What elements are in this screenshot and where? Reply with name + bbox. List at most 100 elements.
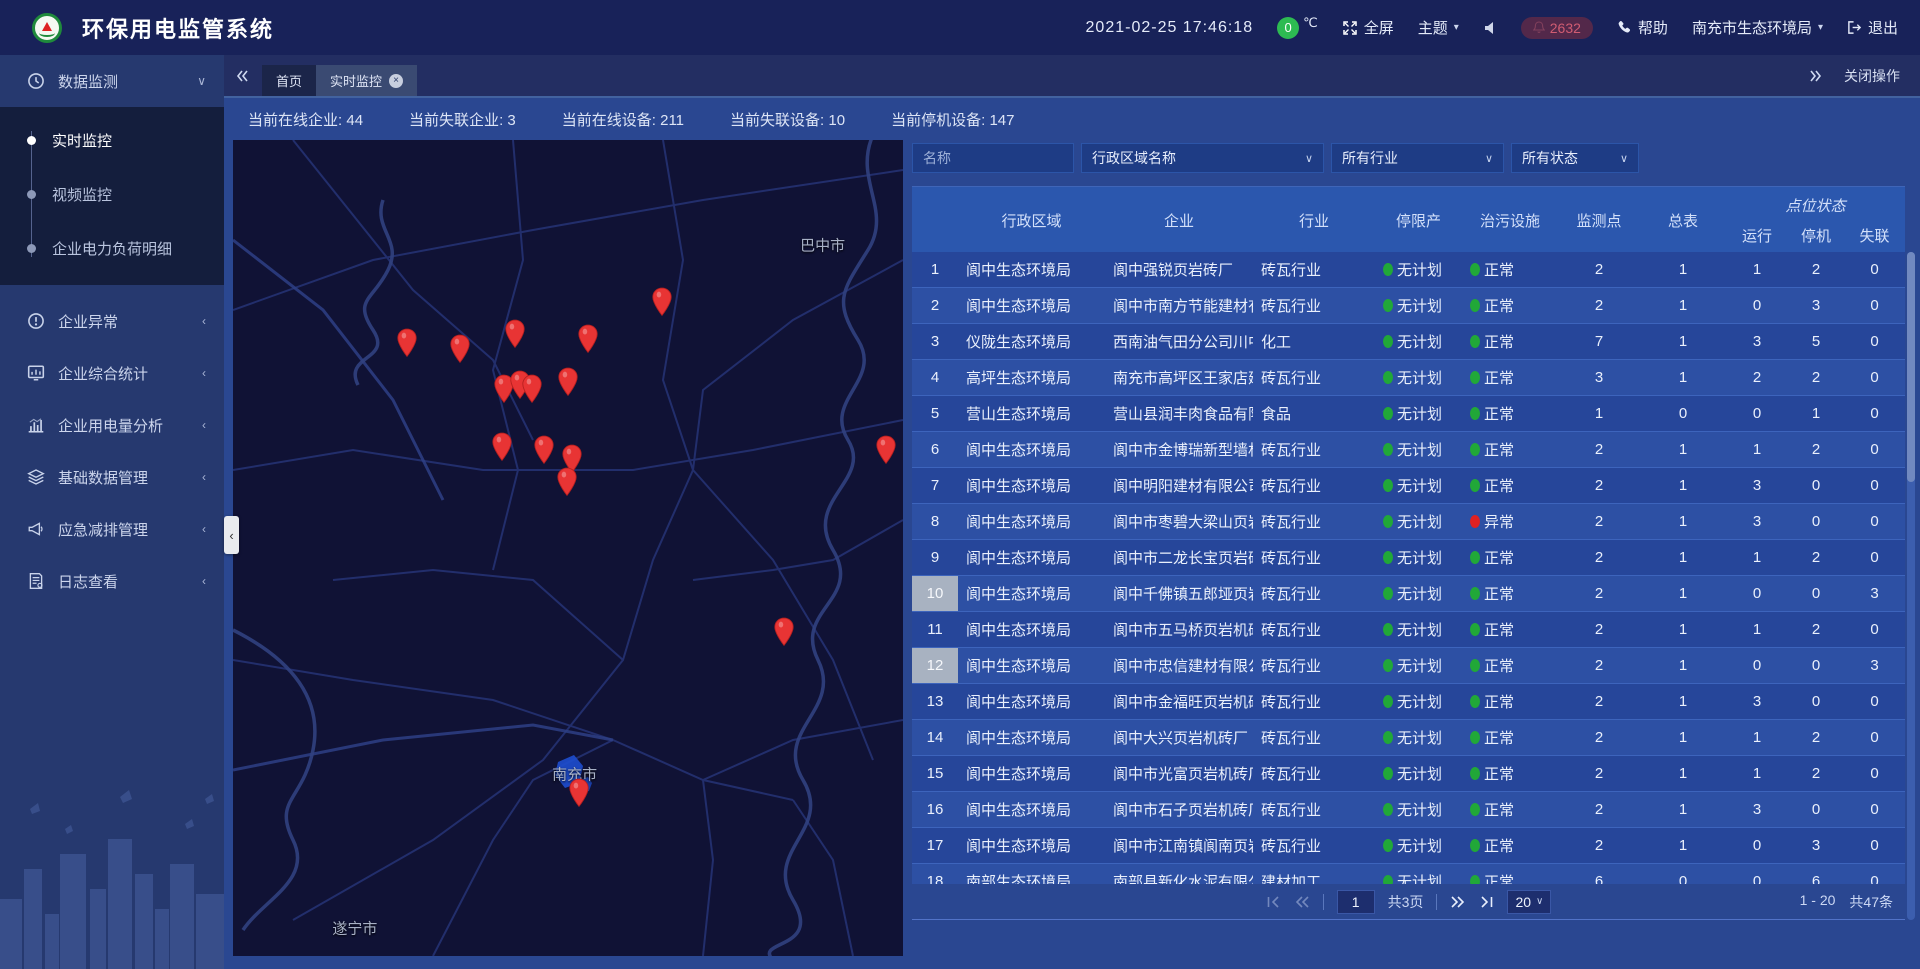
page-number-input[interactable]: 1 — [1337, 890, 1375, 914]
last-page-button[interactable] — [1479, 895, 1494, 909]
sidebar-item-power-analysis[interactable]: 企业用电量分析 ‹ — [0, 399, 224, 451]
cell-industry: 砖瓦行业 — [1253, 612, 1375, 647]
tabs-scroll-right-button[interactable] — [1808, 68, 1824, 84]
map-marker[interactable] — [450, 334, 471, 364]
map-marker[interactable] — [558, 367, 579, 397]
temperature-badge: 0 — [1277, 17, 1299, 39]
status-select-value: 所有状态 — [1522, 148, 1578, 168]
map-marker[interactable] — [521, 374, 542, 404]
cell-points: 2 — [1558, 756, 1640, 791]
sidebar-item-label: 企业异常 — [58, 311, 202, 332]
org-menu[interactable]: 南充市生态环境局 ▾ — [1692, 17, 1823, 38]
cell-facility: 正常 — [1462, 828, 1558, 863]
cell-run: 1 — [1726, 540, 1788, 575]
sidebar-item-enterprise-statistics[interactable]: 企业综合统计 ‹ — [0, 347, 224, 399]
table-row[interactable]: 16阆中生态环境局阆中市石子页岩机砖厂砖瓦行业无计划正常21300 — [912, 792, 1905, 828]
table-row[interactable]: 9阆中生态环境局阆中市二龙长宝页岩砖砖瓦行业无计划正常21120 — [912, 540, 1905, 576]
table-row[interactable]: 14阆中生态环境局阆中大兴页岩机砖厂砖瓦行业无计划正常21120 — [912, 720, 1905, 756]
table-row[interactable]: 15阆中生态环境局阆中市光富页岩机砖厂砖瓦行业无计划正常21120 — [912, 756, 1905, 792]
chevron-down-icon: ∨ — [1485, 152, 1493, 165]
fullscreen-label: 全屏 — [1364, 17, 1394, 38]
close-operations-button[interactable]: 关闭操作 — [1844, 66, 1900, 86]
table-row[interactable]: 3仪陇生态环境局西南油气田分公司川中化工无计划正常71350 — [912, 324, 1905, 360]
cell-meters: 1 — [1640, 576, 1726, 611]
cell-facility: 正常 — [1462, 432, 1558, 467]
map-panel[interactable]: 巴中市南充市遂宁市 — [233, 140, 903, 956]
prev-page-button[interactable] — [1294, 895, 1310, 909]
table-row[interactable]: 11阆中生态环境局阆中市五马桥页岩机砖砖瓦行业无计划正常21120 — [912, 612, 1905, 648]
table-row[interactable]: 17阆中生态环境局阆中市江南镇阆南页岩砖瓦行业无计划正常21030 — [912, 828, 1905, 864]
tabbar-right: 关闭操作 — [1808, 66, 1920, 86]
sidebar-item-log-view[interactable]: 日志查看 ‹ — [0, 555, 224, 607]
map-marker[interactable] — [568, 778, 589, 808]
sound-button[interactable] — [1483, 21, 1497, 35]
sidebar-item-power-load-detail[interactable]: 企业电力负荷明细 — [0, 221, 224, 275]
sidebar-item-data-monitoring[interactable]: 数据监测 ∨ — [0, 55, 224, 107]
table-row[interactable]: 7阆中生态环境局阆中明阳建材有限公司砖瓦行业无计划正常21300 — [912, 468, 1905, 504]
table-row[interactable]: 12阆中生态环境局阆中市忠信建材有限公砖瓦行业无计划正常21003 — [912, 648, 1905, 684]
scrollbar-thumb[interactable] — [1907, 252, 1915, 482]
map-marker[interactable] — [557, 467, 578, 497]
status-select[interactable]: 所有状态 ∨ — [1511, 143, 1639, 173]
table-row[interactable]: 4高坪生态环境局南充市高坪区王家店建砖瓦行业无计划正常31220 — [912, 360, 1905, 396]
table-scrollbar[interactable] — [1907, 252, 1915, 920]
region-select[interactable]: 行政区域名称 ∨ — [1081, 143, 1324, 173]
status-dot-icon — [1383, 587, 1393, 600]
cell-run: 0 — [1726, 576, 1788, 611]
table-row[interactable]: 1阆中生态环境局阆中强锐页岩砖厂砖瓦行业无计划正常21120 — [912, 252, 1905, 288]
table-row[interactable]: 6阆中生态环境局阆中市金博瑞新型墙材砖瓦行业无计划正常21120 — [912, 432, 1905, 468]
help-button[interactable]: 帮助 — [1617, 17, 1668, 38]
alert-count-badge[interactable]: 2632 — [1521, 17, 1593, 39]
industry-select[interactable]: 所有行业 ∨ — [1331, 143, 1504, 173]
cell-company: 阆中明阳建材有限公司 — [1105, 468, 1253, 503]
temperature-unit: ℃ — [1303, 15, 1318, 31]
status-dot-icon — [1470, 695, 1480, 708]
sidebar-item-realtime-monitor[interactable]: 实时监控 — [0, 113, 224, 167]
tab-close-icon[interactable]: × — [389, 74, 403, 88]
map-marker[interactable] — [773, 617, 794, 647]
table-row[interactable]: 18南部生态环境局南部县新化水泥有限公建材加工无计划正常60060 — [912, 864, 1905, 886]
cell-facility: 正常 — [1462, 684, 1558, 719]
stat-label: 当前失联设备 — [730, 112, 820, 129]
cell-meters: 1 — [1640, 288, 1726, 323]
sidebar-item-video-monitor[interactable]: 视频监控 — [0, 167, 224, 221]
status-dot-icon — [1470, 731, 1480, 744]
table-row[interactable]: 5营山生态环境局营山县润丰肉食品有限食品无计划正常10010 — [912, 396, 1905, 432]
status-dot-icon — [1383, 407, 1393, 420]
table-row[interactable]: 10阆中生态环境局阆中千佛镇五郎垭页岩砖瓦行业无计划正常21003 — [912, 576, 1905, 612]
table-row[interactable]: 8阆中生态环境局阆中市枣碧大梁山页岩砖瓦行业无计划异常21300 — [912, 504, 1905, 540]
cell-plan: 无计划 — [1375, 504, 1462, 539]
table-row[interactable]: 13阆中生态环境局阆中市金福旺页岩机砖砖瓦行业无计划正常21300 — [912, 684, 1905, 720]
sidebar-item-enterprise-abnormal[interactable]: 企业异常 ‹ — [0, 295, 224, 347]
map-marker[interactable] — [505, 319, 526, 349]
name-search-input[interactable] — [912, 143, 1074, 173]
cell-meters: 1 — [1640, 720, 1726, 755]
cell-plan: 无计划 — [1375, 396, 1462, 431]
map-marker[interactable] — [651, 287, 672, 317]
map-marker[interactable] — [491, 432, 512, 462]
sidebar-item-emergency-reduction[interactable]: 应急减排管理 ‹ — [0, 503, 224, 555]
sidebar-item-base-data[interactable]: 基础数据管理 ‹ — [0, 451, 224, 503]
map-marker[interactable] — [533, 435, 554, 465]
map-marker[interactable] — [876, 435, 897, 465]
map-marker[interactable] — [578, 324, 599, 354]
tabs-scroll-left-button[interactable] — [234, 68, 250, 84]
tab-realtime-monitor[interactable]: 实时监控 × — [316, 65, 417, 96]
tab-home[interactable]: 首页 — [262, 65, 316, 96]
table-row[interactable]: 2阆中生态环境局阆中市南方节能建材有砖瓦行业无计划正常21030 — [912, 288, 1905, 324]
status-dot-icon — [1383, 659, 1393, 672]
fullscreen-button[interactable]: 全屏 — [1342, 17, 1394, 38]
cell-run: 1 — [1726, 612, 1788, 647]
next-page-button[interactable] — [1450, 895, 1466, 909]
logout-button[interactable]: 退出 — [1847, 17, 1898, 38]
page-size-select[interactable]: 20 ∨ — [1507, 890, 1551, 914]
cell-industry: 砖瓦行业 — [1253, 684, 1375, 719]
cell-facility: 正常 — [1462, 720, 1558, 755]
theme-button[interactable]: 主题 ▾ — [1418, 17, 1459, 38]
first-page-button[interactable] — [1266, 895, 1281, 909]
cell-region: 阆中生态环境局 — [958, 612, 1105, 647]
map-marker[interactable] — [397, 328, 418, 358]
sidebar-collapse-handle[interactable]: ‹ — [224, 516, 239, 554]
chevron-down-icon: ∨ — [197, 74, 206, 88]
status-dot-icon — [1470, 839, 1480, 852]
